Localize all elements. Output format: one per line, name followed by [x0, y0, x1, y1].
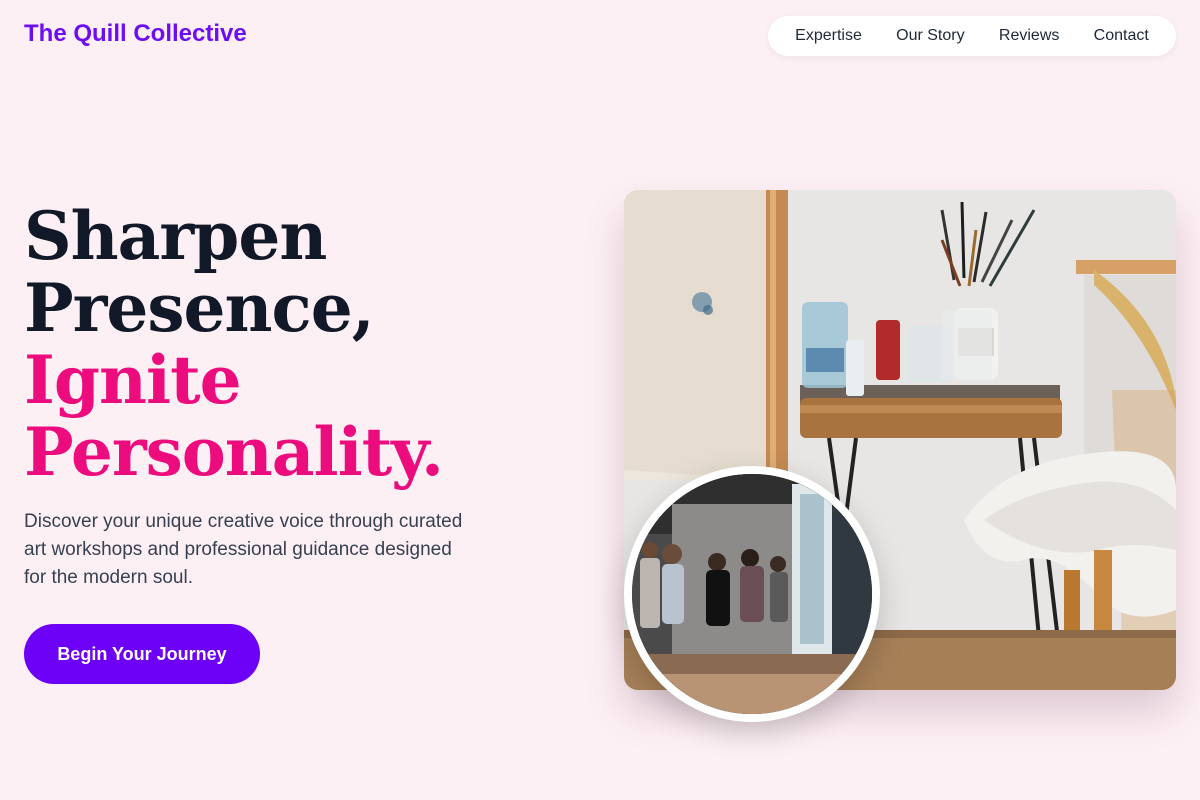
hero-title-line-2: Presence,: [24, 269, 375, 347]
main-navigation: Expertise Our Story Reviews Contact: [768, 16, 1176, 56]
nav-link-our-story[interactable]: Our Story: [896, 27, 964, 45]
gallery-visitors-image: [624, 466, 880, 722]
brand-logo-link[interactable]: The Quill Collective: [24, 20, 247, 48]
hero-title-line-1: Sharpen: [24, 197, 327, 275]
hero-title: Sharpen Presence, Ignite Personality.: [24, 200, 584, 488]
hero-title-line-4: Personality.: [24, 413, 444, 491]
nav-link-reviews[interactable]: Reviews: [999, 27, 1059, 45]
nav-link-expertise[interactable]: Expertise: [795, 27, 862, 45]
hero-subtitle: Discover your unique creative voice thro…: [24, 511, 463, 588]
nav-link-contact[interactable]: Contact: [1094, 27, 1149, 45]
begin-journey-button[interactable]: Begin Your Journey: [24, 624, 260, 684]
hero-title-line-3: Ignite: [24, 341, 242, 419]
